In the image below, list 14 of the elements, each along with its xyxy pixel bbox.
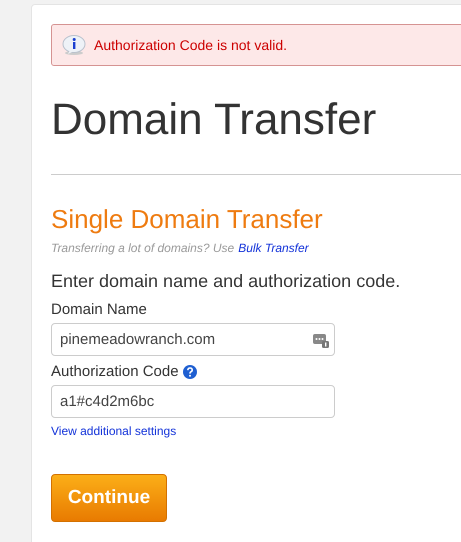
alert-message: Authorization Code is not valid. [94, 37, 287, 53]
help-icon[interactable] [182, 365, 197, 379]
section-heading: Single Domain Transfer [51, 203, 324, 235]
additional-settings-link[interactable]: View additional settings [51, 424, 176, 438]
page-title: Domain Transfer [51, 94, 378, 146]
instruction-text: Enter domain name and authorization code. [51, 271, 402, 292]
text-input[interactable]: pinemeadowranch.com [51, 323, 335, 356]
password-manager-icon[interactable] [313, 332, 329, 348]
field-label: Domain Name [51, 300, 147, 320]
info-icon [62, 34, 86, 56]
bulk-transfer-link[interactable]: Bulk Transfer [238, 241, 309, 255]
field-label: Authorization Code [51, 362, 179, 382]
hint-text: Transferring a lot of domains? Use [51, 241, 234, 255]
text-input[interactable]: a1#c4d2m6bc [51, 385, 335, 418]
